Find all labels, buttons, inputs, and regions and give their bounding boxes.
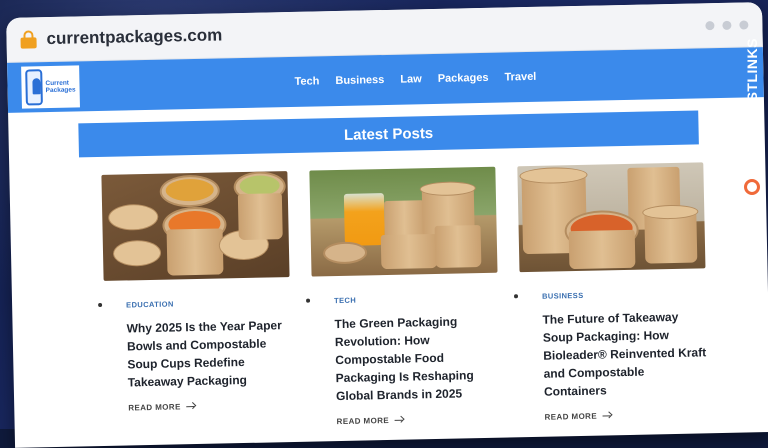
post-card: TECH The Green Packaging Revolution: How…: [309, 166, 501, 427]
post-thumbnail[interactable]: [309, 166, 498, 277]
post-category[interactable]: EDUCATION: [126, 297, 290, 309]
post-card: BUSINESS The Future of Takeaway Soup Pac…: [517, 162, 708, 422]
post-title[interactable]: The Future of Takeaway Soup Packaging: H…: [542, 307, 708, 400]
window-controls: [705, 19, 749, 30]
nav-item-tech[interactable]: Tech: [294, 75, 319, 88]
post-card: EDUCATION Why 2025 Is the Year Paper Bow…: [101, 171, 292, 431]
logo-icon: [25, 69, 43, 106]
nav-item-travel[interactable]: Travel: [504, 71, 536, 84]
window-dot-icon[interactable]: [739, 19, 749, 30]
post-title[interactable]: The Green Packaging Revolution: How Comp…: [334, 312, 500, 405]
post-category[interactable]: BUSINESS: [542, 288, 706, 301]
read-more-label: READ MORE: [544, 411, 598, 422]
section-title: Latest Posts: [78, 110, 699, 158]
read-more-link[interactable]: READ MORE: [544, 409, 708, 422]
site-logo[interactable]: Current Packages: [21, 65, 80, 109]
watermark-text: GUESTPOSTLINKS: [744, 38, 760, 174]
arrow-right-icon: [394, 419, 403, 422]
read-more-label: READ MORE: [336, 415, 390, 427]
read-more-label: READ MORE: [128, 402, 181, 413]
browser-window: currentpackages.com Current Packages Tec…: [6, 2, 768, 448]
post-list: EDUCATION Why 2025 Is the Year Paper Bow…: [101, 161, 768, 431]
window-dot-icon[interactable]: [722, 20, 732, 30]
arrow-right-icon: [185, 405, 194, 408]
url-text[interactable]: currentpackages.com: [46, 25, 222, 49]
arrow-right-icon: [602, 415, 611, 417]
post-title[interactable]: Why 2025 Is the Year Paper Bowls and Com…: [126, 316, 291, 391]
nav-item-law[interactable]: Law: [400, 73, 422, 85]
window-dot-icon[interactable]: [705, 20, 715, 30]
post-thumbnail[interactable]: [101, 171, 290, 281]
link-icon: [744, 179, 760, 196]
nav-item-business[interactable]: Business: [335, 74, 384, 87]
lock-icon: [20, 30, 37, 49]
read-more-link[interactable]: READ MORE: [128, 400, 292, 412]
watermark-brand: GUESTPOSTLINKS: [742, 38, 762, 228]
nav-menu: Tech Business Law Packages Travel: [294, 71, 536, 88]
nav-item-packages[interactable]: Packages: [438, 72, 489, 85]
post-category[interactable]: TECH: [334, 293, 498, 305]
logo-text-line2: Packages: [45, 86, 76, 95]
post-thumbnail[interactable]: [517, 162, 706, 273]
read-more-link[interactable]: READ MORE: [337, 414, 501, 426]
